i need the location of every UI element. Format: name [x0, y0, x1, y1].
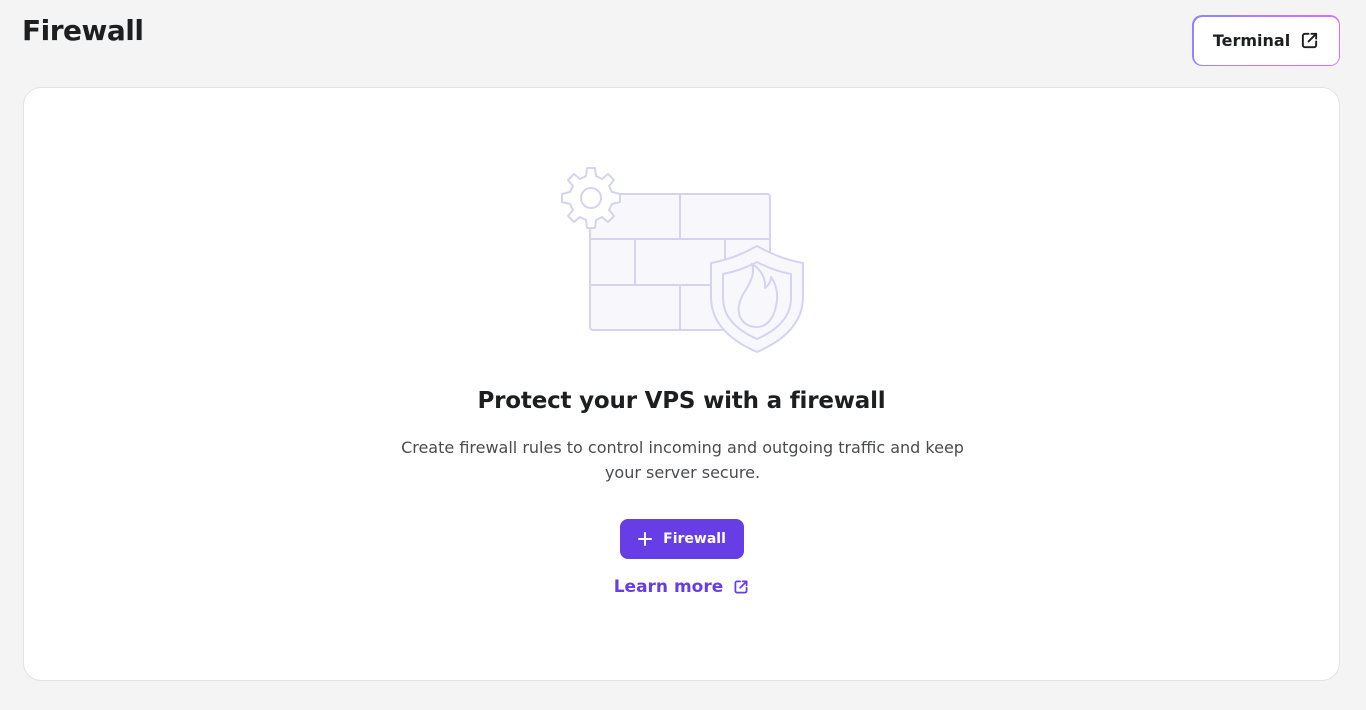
page-title: Firewall — [22, 14, 144, 47]
empty-state-description: Create firewall rules to control incomin… — [401, 438, 964, 482]
empty-state-title: Protect your VPS with a firewall — [477, 388, 886, 414]
add-firewall-button[interactable]: Firewall — [620, 519, 744, 559]
plus-icon — [638, 532, 653, 546]
external-link-icon — [733, 579, 749, 595]
learn-more-label: Learn more — [613, 577, 724, 597]
add-firewall-button-label: Firewall — [663, 531, 726, 547]
external-link-icon — [1300, 31, 1319, 50]
terminal-button-label: Terminal — [1212, 31, 1291, 50]
learn-more-link[interactable]: Learn more — [24, 577, 1339, 597]
empty-state-card: Protect your VPS with a firewall Create … — [23, 87, 1340, 681]
firewall-illustration — [560, 167, 830, 361]
terminal-button[interactable]: Terminal — [1192, 15, 1340, 66]
